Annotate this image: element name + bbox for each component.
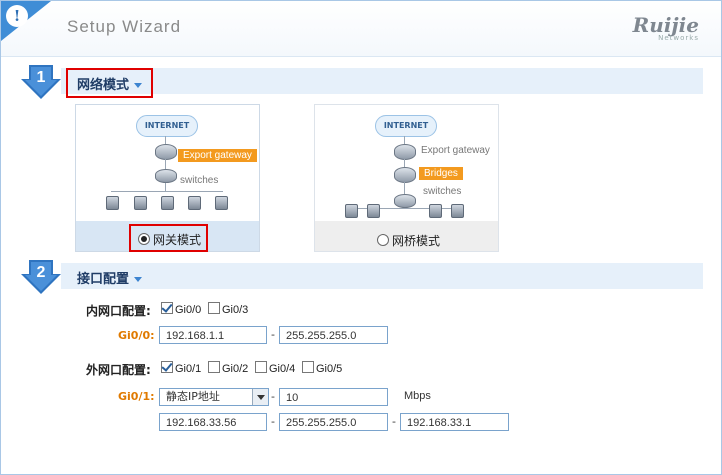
bridge-mode-radio[interactable]: 网桥模式: [377, 232, 440, 249]
section-interface-config-bar: [61, 263, 703, 289]
pc-icon: [429, 204, 442, 218]
wan-mask-input[interactable]: 255.255.255.0: [279, 413, 388, 431]
checkbox-unchecked-icon[interactable]: [208, 302, 220, 314]
section-interface-config-label: 接口配置: [77, 272, 130, 287]
step-2-arrow-icon: 2: [21, 260, 61, 294]
link-line: [165, 159, 166, 169]
lan-port-gi03-checkbox[interactable]: Gi0/3: [208, 302, 248, 316]
chevron-down-icon: [134, 277, 143, 282]
router-icon: [394, 144, 416, 160]
pc-icon: [106, 196, 119, 210]
lan-port-gi00-label: Gi0/0: [175, 304, 202, 316]
link-line: [404, 159, 405, 167]
highlight-network-mode: [66, 68, 153, 98]
link-line: [165, 136, 166, 144]
pc-icon: [345, 204, 358, 218]
export-gateway-text: Export gateway: [421, 145, 490, 156]
internet-cloud-icon: INTERNET: [375, 115, 437, 137]
switches-text: switches: [180, 175, 219, 186]
bridge-mode-label: 网桥模式: [392, 234, 441, 248]
page-title: Setup Wizard: [67, 17, 182, 36]
pc-icon: [367, 204, 380, 218]
radio-unselected-icon[interactable]: [377, 234, 389, 246]
dropdown-arrow-icon[interactable]: [252, 389, 268, 405]
section-network-mode-bar: [61, 68, 703, 94]
separator-dash: -: [271, 390, 275, 403]
wan-config-label: 外网口配置:: [86, 363, 151, 377]
checkbox-unchecked-icon[interactable]: [302, 361, 314, 373]
checkbox-unchecked-icon[interactable]: [255, 361, 267, 373]
bridge-mode-card[interactable]: INTERNET Export gateway Bridges switches…: [314, 104, 499, 252]
switch-icon: [155, 169, 177, 183]
wan-ip-input[interactable]: 192.168.33.56: [159, 413, 267, 431]
wan-port-gi01-checkbox[interactable]: Gi0/1: [161, 361, 201, 375]
step-1-arrow-icon: 1: [21, 65, 61, 99]
link-line: [111, 191, 223, 192]
wan-port-gi01-label: Gi0/1: [175, 363, 202, 375]
checkbox-checked-icon[interactable]: [161, 302, 173, 314]
switches-text: switches: [423, 186, 462, 197]
lan-iface-label: Gi0/0:: [118, 329, 155, 342]
separator-dash: -: [271, 415, 275, 428]
pc-icon: [188, 196, 201, 210]
highlight-gateway-mode: [129, 224, 208, 252]
switch-icon: [394, 194, 416, 208]
lan-port-gi03-label: Gi0/3: [222, 304, 249, 316]
lan-mask-input[interactable]: 255.255.255.0: [279, 326, 388, 344]
setup-wizard-window: ! Setup Wizard Ruijie Networks 1 网络模式 IN…: [0, 0, 722, 475]
checkbox-checked-icon[interactable]: [161, 361, 173, 373]
wan-iface-label: Gi0/1:: [118, 390, 155, 403]
checkbox-unchecked-icon[interactable]: [208, 361, 220, 373]
link-line: [404, 136, 405, 144]
wan-port-gi04-checkbox[interactable]: Gi0/4: [255, 361, 295, 375]
lan-ip-input[interactable]: 192.168.1.1: [159, 326, 267, 344]
link-line: [404, 182, 405, 194]
header: ! Setup Wizard Ruijie Networks: [1, 1, 721, 57]
lan-port-gi00-checkbox[interactable]: Gi0/0: [161, 302, 201, 316]
bridges-tag: Bridges: [419, 167, 463, 180]
wan-port-gi04-label: Gi0/4: [269, 363, 296, 375]
wan-port-gi02-label: Gi0/2: [222, 363, 249, 375]
wan-port-gi02-checkbox[interactable]: Gi0/2: [208, 361, 248, 375]
bridge-device-icon: [394, 167, 416, 183]
pc-icon: [451, 204, 464, 218]
wan-bandwidth-input[interactable]: 10: [279, 388, 388, 406]
section-interface-config-title[interactable]: 接口配置: [77, 268, 143, 287]
pc-icon: [161, 196, 174, 210]
exclamation-icon: !: [6, 5, 28, 27]
pc-icon: [215, 196, 228, 210]
link-line: [165, 183, 166, 191]
wan-port-gi05-label: Gi0/5: [316, 363, 343, 375]
bandwidth-unit: Mbps: [404, 390, 431, 402]
ruijie-logo: Ruijie Networks: [633, 13, 699, 42]
separator-dash: -: [392, 415, 396, 428]
export-gateway-tag: Export gateway: [178, 149, 257, 162]
step-1-number: 1: [37, 69, 46, 86]
router-icon: [155, 144, 177, 160]
wan-mode-select[interactable]: 静态IP地址: [159, 388, 269, 406]
internet-cloud-icon: INTERNET: [136, 115, 198, 137]
lan-config-label: 内网口配置:: [86, 304, 151, 318]
wan-gateway-input[interactable]: 192.168.33.1: [400, 413, 509, 431]
pc-icon: [134, 196, 147, 210]
separator-dash: -: [271, 328, 275, 341]
wan-port-gi05-checkbox[interactable]: Gi0/5: [302, 361, 342, 375]
step-2-number: 2: [37, 264, 46, 281]
wan-mode-value: 静态IP地址: [166, 390, 220, 403]
